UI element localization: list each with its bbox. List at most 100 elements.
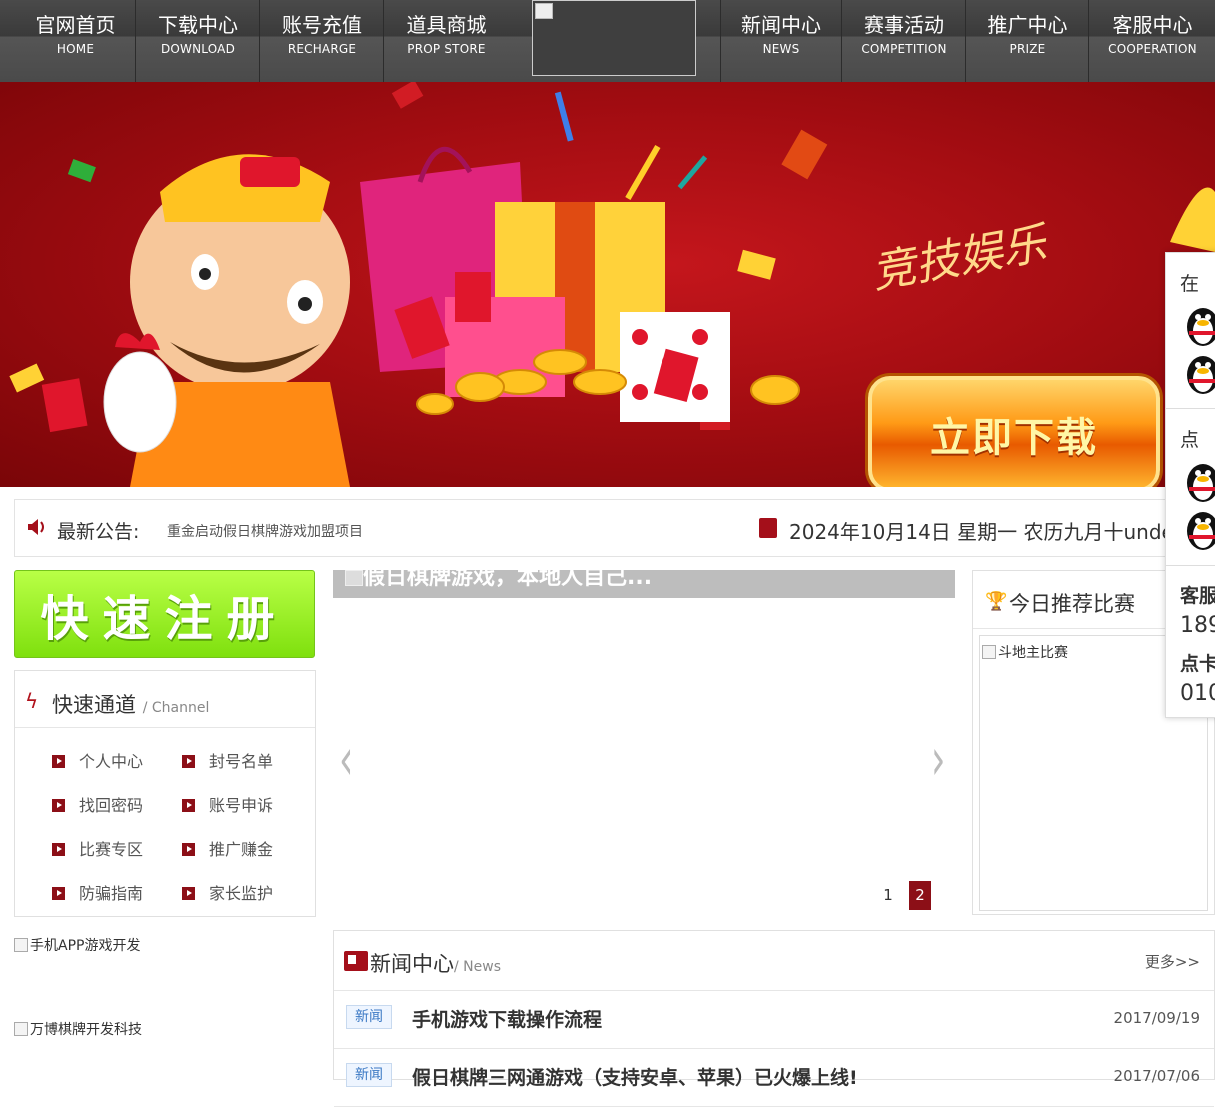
news-tag: 新闻 <box>346 1005 392 1029</box>
nav-prize[interactable]: 推广中心 PRIZE <box>967 0 1089 82</box>
qq-penguin-icon[interactable] <box>1184 303 1215 347</box>
play-icon <box>182 887 195 900</box>
broken-image-icon <box>535 3 553 19</box>
app-dev-banner[interactable]: 手机APP游戏开发 <box>14 935 140 955</box>
channel-title-text: 快速通道 <box>52 693 136 717</box>
play-icon <box>182 755 195 768</box>
top-nav: 官网首页 HOME 下载中心 DOWNLOAD 账号充值 RECHARGE 道具商城 P… <box>0 0 1215 82</box>
download-now-button[interactable]: 立即下载 <box>868 376 1160 487</box>
nav-news[interactable]: 新闻中心 NEWS <box>720 0 842 82</box>
link-label: 找回密码 <box>79 796 144 815</box>
slider-next-arrow[interactable]: › <box>931 728 945 794</box>
link-label: 账号申诉 <box>209 796 274 815</box>
notice-bar: 最新公告: 重金启动假日棋牌游戏加盟项目 2024年10月14日 星期一 农历九… <box>14 499 1215 557</box>
slider-page-2-active[interactable]: 2 <box>909 881 931 910</box>
play-icon <box>182 843 195 856</box>
link-parental-control[interactable]: 家长监护 <box>182 880 273 904</box>
quick-channel-panel: ϟ 快速通道 / Channel 个人中心 封号名单 找回密码 账号申诉 比赛专… <box>14 670 316 917</box>
link-match-zone[interactable]: 比赛专区 <box>52 836 143 860</box>
link-label: 封号名单 <box>209 752 274 771</box>
channel-title: 快速通道 / Channel <box>52 689 209 719</box>
app-dev-alt: 手机APP游戏开发 <box>30 938 141 954</box>
lightning-icon: ϟ <box>25 689 39 713</box>
nav-download[interactable]: 下载中心 DOWNLOAD <box>137 0 260 82</box>
nav-prize-en: PRIZE <box>1009 42 1046 56</box>
news-item-title[interactable]: 假日棋牌三网通游戏（支持安卓、苹果）已火爆上线! <box>412 1063 858 1090</box>
float-service-number: 189 <box>1180 613 1215 638</box>
nav-recharge[interactable]: 账号充值 RECHARGE <box>261 0 384 82</box>
link-anti-fraud[interactable]: 防骗指南 <box>52 880 143 904</box>
nav-news-en: NEWS <box>762 42 800 56</box>
link-recover-password[interactable]: 找回密码 <box>52 792 143 816</box>
link-label: 防骗指南 <box>79 884 144 903</box>
divider <box>1166 565 1215 566</box>
nav-cooperation-en: COOPERATION <box>1108 42 1197 56</box>
news-row[interactable]: 新闻 手机游戏下载操作流程 2017/09/19 <box>334 991 1214 1049</box>
newspaper-icon <box>344 951 368 971</box>
nav-prop-store[interactable]: 道具商城 PROP STORE <box>385 0 508 82</box>
channel-header: ϟ 快速通道 / Channel <box>15 671 315 728</box>
qq-penguin-icon[interactable] <box>1184 351 1215 395</box>
broken-image-icon <box>982 645 996 659</box>
news-header: 新闻中心/ News 更多>> <box>334 931 1214 991</box>
news-item-title[interactable]: 手机游戏下载操作流程 <box>412 1005 602 1032</box>
notice-text[interactable]: 重金启动假日棋牌游戏加盟项目 <box>167 521 363 541</box>
nav-prop-store-en: PROP STORE <box>407 42 486 56</box>
quick-register-label: 快速注册 <box>40 591 289 647</box>
match-title: 今日推荐比赛 <box>1009 592 1135 616</box>
play-icon <box>182 799 195 812</box>
float-top-char: 在 <box>1180 273 1200 295</box>
qq-penguin-icon[interactable] <box>1184 459 1215 503</box>
nav-home-cn: 官网首页 <box>35 13 116 37</box>
nav-prize-cn: 推广中心 <box>987 13 1068 37</box>
news-center-panel: 新闻中心/ News 更多>> 新闻 手机游戏下载操作流程 2017/09/19… <box>333 930 1215 1107</box>
nav-recharge-cn: 账号充值 <box>282 13 362 37</box>
play-icon <box>52 799 65 812</box>
quick-register-button[interactable]: 快速注册 <box>14 570 315 658</box>
nav-competition-en: COMPETITION <box>861 42 947 56</box>
nav-cooperation[interactable]: 客服中心 COOPERATION <box>1090 0 1215 82</box>
qq-penguin-icon[interactable] <box>1184 507 1215 551</box>
current-date: 2024年10月14日 星期一 农历九月十undefined <box>789 520 1215 544</box>
play-icon <box>52 887 65 900</box>
news-tag: 新闻 <box>346 1063 392 1087</box>
slider-prev-arrow[interactable]: ‹ <box>339 728 353 794</box>
play-icon <box>52 755 65 768</box>
link-label: 推广赚金 <box>209 840 274 859</box>
link-ban-list[interactable]: 封号名单 <box>182 748 273 772</box>
nav-competition-cn: 赛事活动 <box>864 13 944 37</box>
match-image-alt: 斗地主比赛 <box>998 645 1068 661</box>
news-subtitle: / News <box>454 959 501 975</box>
wanbo-banner[interactable]: 万博棋牌开发科技 <box>14 1019 142 1039</box>
match-image-placeholder: 斗地主比赛 <box>982 642 1068 662</box>
download-now-label: 立即下载 <box>930 414 1098 461</box>
nav-home[interactable]: 官网首页 HOME <box>16 0 136 82</box>
nav-download-en: DOWNLOAD <box>160 42 236 56</box>
link-promotion[interactable]: 推广赚金 <box>182 836 273 860</box>
nav-news-cn: 新闻中心 <box>741 13 821 37</box>
wanbo-alt: 万博棋牌开发科技 <box>30 1022 142 1038</box>
float-card-number: 010 <box>1180 681 1215 706</box>
broken-image-icon <box>14 938 28 952</box>
nav-competition[interactable]: 赛事活动 COMPETITION <box>843 0 966 82</box>
news-more-link[interactable]: 更多>> <box>1145 951 1200 972</box>
divider <box>1166 408 1215 409</box>
float-card-label: 点卡 <box>1180 653 1215 675</box>
logo[interactable] <box>532 0 696 76</box>
float-mid-char: 点 <box>1180 429 1200 451</box>
slider-caption[interactable]: 假日棋牌游戏，本地人自己... <box>333 570 955 598</box>
slider-page-1[interactable]: 1 <box>877 881 899 910</box>
nav-home-en: HOME <box>56 42 95 56</box>
link-account-appeal[interactable]: 账号申诉 <box>182 792 273 816</box>
news-item-date: 2017/07/06 <box>1113 1067 1200 1085</box>
speaker-icon <box>28 519 44 535</box>
link-label: 个人中心 <box>79 752 144 771</box>
channel-subtitle: / Channel <box>142 700 210 716</box>
link-personal-center[interactable]: 个人中心 <box>52 748 143 772</box>
float-service-label: 客服 <box>1180 585 1215 607</box>
news-row[interactable]: 新闻 假日棋牌三网通游戏（支持安卓、苹果）已火爆上线! 2017/07/06 <box>334 1049 1214 1107</box>
nav-download-cn: 下载中心 <box>158 13 238 37</box>
play-icon <box>52 843 65 856</box>
broken-image-icon <box>345 570 363 586</box>
floating-service-panel: 在 点 客服 189 点卡 010 <box>1165 252 1215 718</box>
